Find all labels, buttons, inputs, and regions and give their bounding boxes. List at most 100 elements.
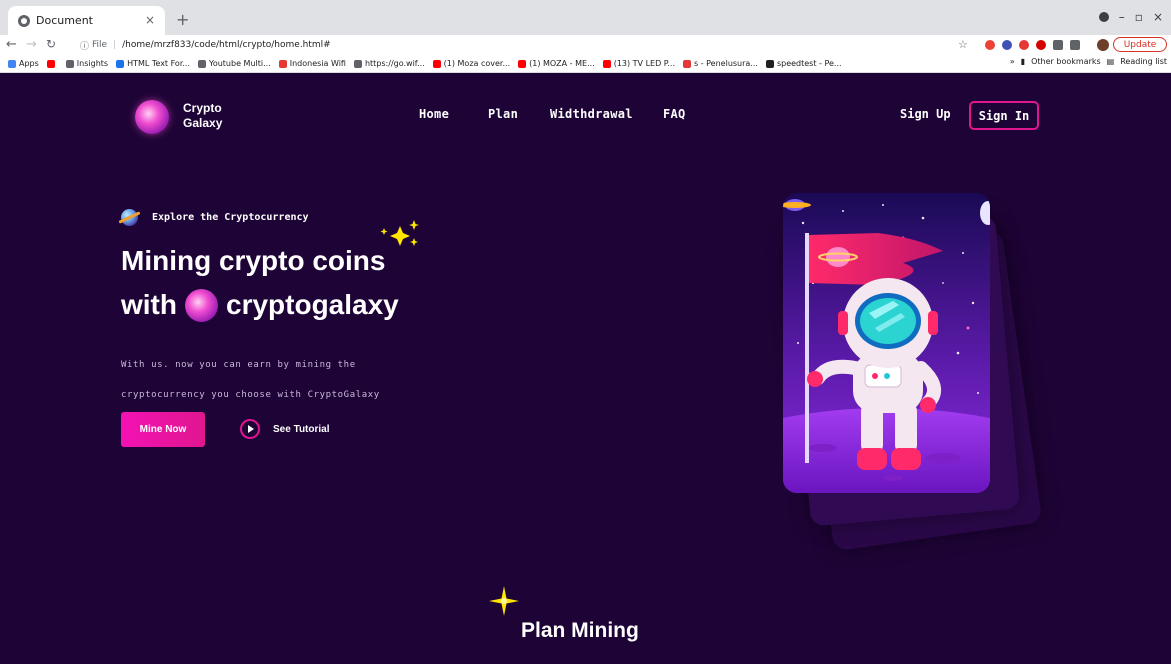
bookmark-item[interactable]: speedtest - Pe...	[765, 59, 842, 68]
page: Crypto Galaxy Home Plan Widthdrawal FAQ …	[8, 73, 1171, 664]
bookmark-item[interactable]: Indonesia Wifi	[278, 59, 346, 68]
hero-title: Mining crypto coins with cryptogalaxy	[121, 239, 399, 327]
bookmark-item[interactable]: (1) Moza cover...	[432, 59, 511, 68]
bookmark-favicon-icon	[198, 59, 206, 68]
extension-dot-icon[interactable]	[1098, 12, 1109, 22]
bookmark-label: (13) TV LED P...	[613, 59, 675, 68]
brand-line1: Crypto	[183, 101, 222, 115]
astronaut-illustration	[783, 193, 990, 493]
bookmark-label: (1) MOZA - ME...	[529, 59, 595, 68]
bookmark-label: Apps	[19, 59, 39, 68]
bookmark-favicon-icon	[65, 59, 74, 68]
bookmark-item[interactable]: https://go.wif...	[353, 59, 425, 68]
bookmark-label: s - Penelusura...	[694, 59, 758, 68]
bookmarks-right: » ▮ Other bookmarks ▤ Reading list	[1010, 57, 1167, 66]
forward-arrow-icon[interactable]: →	[26, 37, 37, 52]
opera-icon[interactable]	[1036, 40, 1046, 50]
bookmark-item[interactable]: Apps	[8, 59, 39, 68]
brand-line2: Galaxy	[183, 116, 223, 130]
reading-list-icon[interactable]	[1070, 40, 1080, 50]
puzzle-icon[interactable]	[1053, 40, 1063, 50]
bookmark-label: Insights	[76, 59, 109, 68]
see-tutorial-link[interactable]: See Tutorial	[240, 419, 330, 439]
hero-description: With us. now you can earn by mining the …	[121, 350, 421, 410]
bookmark-favicon-icon	[353, 59, 362, 68]
bookmark-favicon-icon	[116, 59, 125, 68]
url-text[interactable]: /home/mrzf833/code/html/crypto/home.html…	[122, 40, 331, 50]
bookmark-item[interactable]: s - Penelusura...	[683, 59, 758, 68]
bookmark-label: speedtest - Pe...	[776, 59, 842, 68]
sign-in-button[interactable]: Sign In	[969, 101, 1039, 130]
bookmark-label: HTML Text For...	[127, 59, 190, 68]
mine-now-button[interactable]: Mine Now	[121, 412, 205, 447]
bookmark-label: Youtube Multi...	[209, 59, 271, 68]
sign-up-link[interactable]: Sign Up	[900, 107, 951, 121]
address-bar-row: ← → ↻ ⓘ File | /home/mrzf833/code/html/c…	[0, 35, 1171, 55]
avatar[interactable]	[1097, 39, 1109, 51]
update-button[interactable]: Update	[1113, 37, 1167, 52]
hero-title-line2: with cryptogalaxy	[121, 283, 399, 327]
bookmarks-bar: Apps Insights HTML Text For... Youtube Mult…	[0, 55, 1171, 73]
chevron-right-icon[interactable]: »	[1010, 57, 1015, 66]
nav-home[interactable]: Home	[419, 107, 449, 121]
bookmark-favicon-icon	[518, 59, 527, 68]
window-controls: – ▫ ×	[1098, 10, 1163, 24]
restore-icon[interactable]: ▫	[1135, 10, 1143, 24]
hero-desc-line2: cryptocurrency you choose with CryptoGal…	[121, 390, 380, 400]
nav-withdrawal[interactable]: Widthdrawal	[550, 107, 633, 121]
hero-title-prefix: with	[121, 289, 177, 320]
close-window-icon[interactable]: ×	[1153, 10, 1163, 24]
bookmark-label: (1) Moza cover...	[443, 59, 511, 68]
star-sparkle-icon	[489, 586, 519, 616]
nav-faq[interactable]: FAQ	[663, 107, 686, 121]
other-bookmarks[interactable]: Other bookmarks	[1031, 57, 1101, 66]
browser-tab[interactable]: Document ×	[8, 6, 165, 35]
tab-title: Document	[36, 14, 93, 27]
bookmark-item[interactable]: HTML Text For...	[116, 59, 190, 68]
bookmark-item[interactable]: (1) MOZA - ME...	[518, 59, 595, 68]
logo-icon[interactable]	[135, 100, 169, 134]
play-icon[interactable]	[240, 419, 260, 439]
bookmark-label: https://go.wif...	[364, 59, 425, 68]
tab-close-icon[interactable]: ×	[145, 13, 155, 27]
hero-title-suffix: cryptogalaxy	[226, 289, 399, 320]
bookmark-favicon-icon	[432, 59, 441, 68]
folder-icon: ▮	[1020, 57, 1026, 66]
bookmark-item[interactable]: (13) TV LED P...	[602, 59, 675, 68]
bookmark-label: Indonesia Wifi	[289, 59, 346, 68]
apps-grid-icon	[8, 59, 16, 68]
new-tab-button[interactable]: +	[176, 10, 189, 29]
info-icon[interactable]: ⓘ	[80, 39, 89, 52]
planet-icon	[121, 209, 138, 226]
extension-icon[interactable]	[1019, 40, 1029, 50]
reading-list[interactable]: Reading list	[1120, 57, 1167, 66]
galaxy-logo-icon	[185, 288, 218, 322]
url-scheme-label: File	[92, 40, 108, 50]
reload-icon[interactable]: ↻	[46, 37, 56, 51]
bookmark-favicon-icon	[683, 59, 691, 68]
minimize-icon[interactable]: –	[1119, 10, 1125, 24]
url-separator: |	[113, 40, 117, 50]
bookmark-star-icon[interactable]: ☆	[958, 38, 968, 51]
astronaut-icon	[783, 193, 990, 493]
bookmark-favicon-icon	[765, 59, 774, 68]
nav-plan[interactable]: Plan	[488, 107, 518, 121]
hero-title-line1: Mining crypto coins	[121, 245, 386, 276]
brand-name[interactable]: Crypto Galaxy	[183, 101, 222, 131]
bookmark-item[interactable]: Youtube Multi...	[198, 59, 271, 68]
bookmark-item[interactable]: Insights	[65, 59, 109, 68]
browser-tab-bar: Document × + – ▫ ×	[0, 0, 1171, 35]
bookmark-favicon-icon	[278, 59, 287, 68]
extension-icon[interactable]	[985, 40, 995, 50]
bookmark-item[interactable]	[46, 59, 58, 68]
hero-eyebrow: Explore the Cryptocurrency	[121, 209, 309, 226]
extension-icon[interactable]	[1002, 40, 1012, 50]
hero-desc-line1: With us. now you can earn by mining the	[121, 360, 356, 370]
plan-section-title: Plan Mining	[521, 619, 639, 642]
back-arrow-icon[interactable]: ←	[6, 37, 17, 52]
globe-icon	[18, 14, 30, 27]
reading-list-icon: ▤	[1106, 57, 1115, 66]
url-field[interactable]: ⓘ File | /home/mrzf833/code/html/crypto/…	[80, 37, 968, 53]
eyebrow-text: Explore the Cryptocurrency	[152, 212, 309, 223]
bookmark-favicon-icon	[46, 59, 55, 68]
